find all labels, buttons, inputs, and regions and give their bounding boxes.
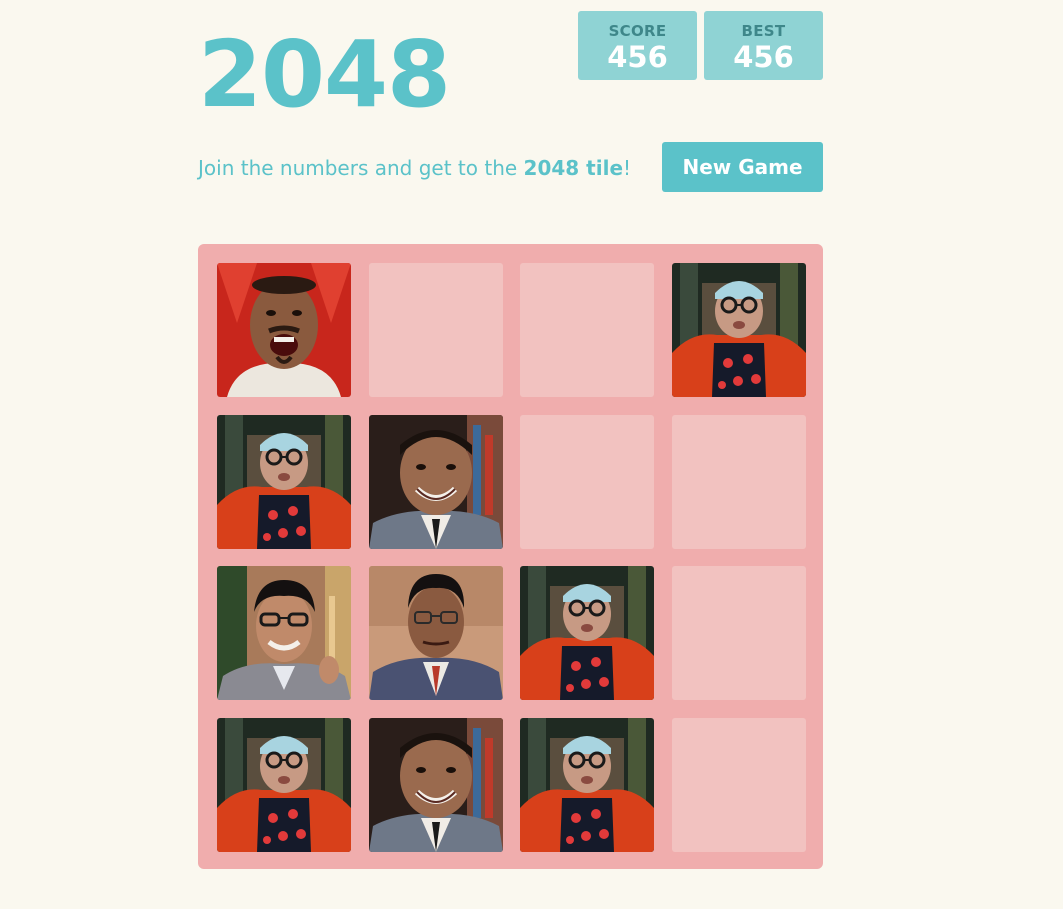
cap-glasses-man-portrait-tile	[217, 718, 351, 852]
glasses-young-man-portrait	[217, 566, 351, 701]
smiling-man-portrait	[368, 414, 503, 549]
game-title: 2048	[198, 21, 451, 128]
best-score-box: BEST 456	[704, 11, 823, 80]
suit-glasses-man-portrait	[368, 566, 503, 701]
empty-cell	[520, 414, 655, 549]
cap-glasses-man-portrait-tile	[672, 263, 806, 397]
best-label: BEST	[741, 22, 786, 40]
cap-glasses-man-portrait-tile	[217, 414, 351, 549]
cap-glasses-man-portrait	[217, 718, 351, 852]
game-board[interactable]	[198, 244, 823, 869]
shouting-man-portrait-tile	[217, 263, 351, 397]
best-value: 456	[733, 40, 794, 74]
score-box: SCORE 456	[578, 11, 697, 80]
cap-glasses-man-portrait	[520, 718, 655, 852]
cap-glasses-man-portrait-tile	[520, 718, 655, 852]
empty-cell	[672, 414, 806, 549]
cap-glasses-man-portrait	[672, 263, 806, 397]
intro-goal: 2048 tile	[523, 156, 624, 180]
empty-cell	[672, 566, 806, 701]
score-label: SCORE	[608, 22, 667, 40]
new-game-button[interactable]: New Game	[662, 142, 823, 192]
scores-container: SCORE 456 BEST 456	[578, 11, 823, 80]
smiling-man-portrait-tile	[368, 718, 503, 852]
empty-cell	[368, 263, 503, 397]
shouting-man-portrait	[217, 263, 351, 397]
glasses-young-man-portrait-tile	[217, 566, 351, 701]
suit-glasses-man-portrait-tile	[368, 566, 503, 701]
cap-glasses-man-portrait	[217, 414, 351, 549]
empty-cell	[520, 263, 655, 397]
intro-end: !	[623, 156, 632, 180]
cap-glasses-man-portrait-tile	[520, 566, 655, 701]
empty-cell	[672, 718, 806, 852]
score-value: 456	[607, 40, 668, 74]
cap-glasses-man-portrait	[520, 566, 655, 701]
smiling-man-portrait-tile	[368, 414, 503, 549]
game-intro: Join the numbers and get to the 2048 til…	[198, 154, 631, 182]
smiling-man-portrait	[368, 718, 503, 852]
intro-text: Join the numbers and get to the	[198, 156, 524, 180]
